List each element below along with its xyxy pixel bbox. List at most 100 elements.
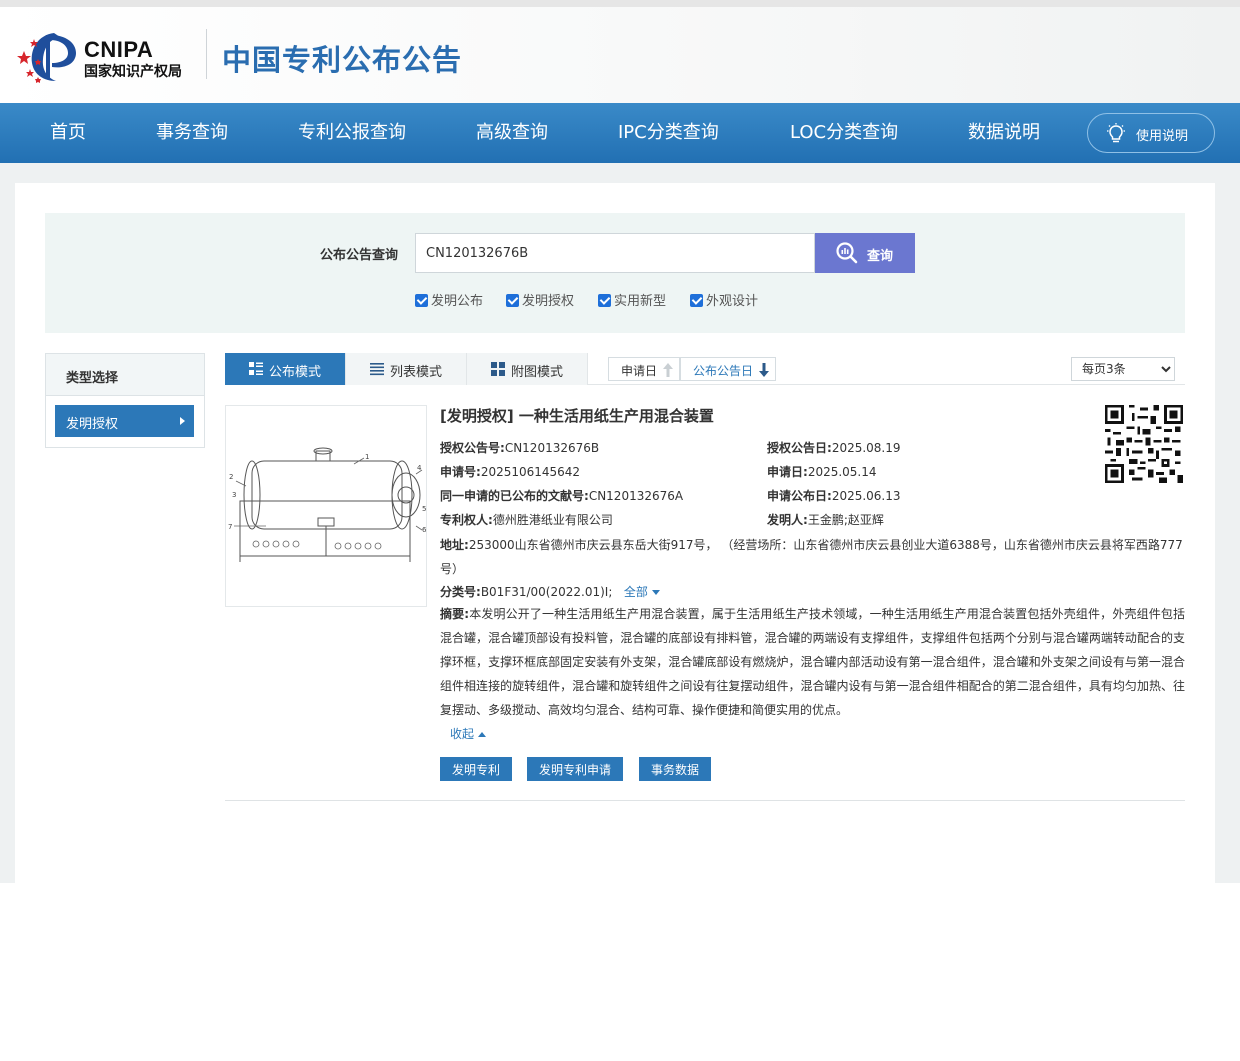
list-detail-icon bbox=[249, 362, 263, 375]
address: 地址:253000山东省德州市庆云县东岳大街917号， （经营场所：山东省德州市… bbox=[440, 533, 1185, 581]
logo-text-en: CNIPA bbox=[84, 37, 154, 62]
show-all-classifications-link[interactable]: 全部 bbox=[624, 585, 660, 599]
sidebar-heading-label: 类型选择 bbox=[66, 371, 119, 386]
sidebar-item-label: 发明授权 bbox=[66, 417, 119, 432]
checkbox-label: 发明公布 bbox=[431, 294, 484, 309]
drawing-label: 5 bbox=[422, 505, 426, 513]
invention-patent-button[interactable]: 发明专利 bbox=[440, 757, 513, 781]
checkbox-checked-icon bbox=[598, 294, 611, 307]
invention-application-button[interactable]: 发明专利申请 bbox=[527, 757, 624, 781]
all-link-label: 全部 bbox=[623, 585, 648, 599]
logo-text-cn: 国家知识产权局 bbox=[84, 64, 182, 80]
main-nav: 首页 事务查询 专利公报查询 高级查询 IPC分类查询 LOC分类查询 数据说明… bbox=[0, 103, 1240, 163]
checkbox-label: 实用新型 bbox=[614, 294, 667, 309]
top-strip bbox=[0, 0, 1240, 7]
sidebar-item-invention-grant[interactable]: 发明授权 bbox=[55, 405, 194, 437]
grant-publication-date: 授权公告日:2025.08.19 bbox=[767, 439, 901, 456]
sort-by-publication-date[interactable]: 公布公告日 bbox=[680, 357, 776, 381]
inventor: 发明人:王金鹏;赵亚辉 bbox=[767, 511, 884, 528]
collapse-toggle[interactable]: 收起 bbox=[450, 725, 486, 742]
field-value: CN120132676B bbox=[504, 441, 600, 455]
drawing-label: 3 bbox=[232, 491, 236, 499]
per-page-select[interactable]: 每页3条 每页10条 每页20条 bbox=[1071, 357, 1175, 381]
field-value: 王金鹏;赵亚辉 bbox=[807, 513, 884, 527]
grid-icon bbox=[491, 362, 505, 376]
help-label: 使用说明 bbox=[1136, 129, 1189, 144]
help-button[interactable]: 使用说明 bbox=[1087, 113, 1215, 153]
tab-label: 公布模式 bbox=[269, 365, 322, 380]
application-date: 申请日:2025.05.14 bbox=[767, 463, 877, 480]
list-icon bbox=[370, 363, 384, 376]
search-area: 公布公告查询 查询 发明公布 发明授权 实用新型 外观设计 bbox=[45, 213, 1185, 333]
field-value: 2025106145642 bbox=[480, 465, 581, 479]
checkbox-checked-icon bbox=[690, 294, 703, 307]
transaction-data-button[interactable]: 事务数据 bbox=[639, 757, 712, 781]
abstract: 摘要:本发明公开了一种生活用纸生产用混合装置，属于生活用纸生产技术领域，一种生活… bbox=[440, 602, 1185, 722]
field-value: 本发明公开了一种生活用纸生产用混合装置，属于生活用纸生产技术领域，一种生活用纸生… bbox=[440, 607, 1185, 717]
content-panel: 公布公告查询 查询 发明公布 发明授权 实用新型 外观设计 类型选择 发明授权 bbox=[15, 183, 1215, 883]
field-label: 摘要: bbox=[440, 607, 470, 621]
cnipa-logo[interactable]: CNIPA 国家知识产权局 bbox=[16, 29, 206, 85]
chevron-right-icon bbox=[180, 417, 185, 425]
checkbox-checked-icon bbox=[415, 294, 428, 307]
sort-label: 申请日 bbox=[621, 364, 658, 378]
caret-up-icon bbox=[477, 732, 486, 737]
nav-transaction-query[interactable]: 事务查询 bbox=[156, 103, 228, 163]
application-publication-date: 申请公布日:2025.06.13 bbox=[767, 487, 901, 504]
search-input[interactable] bbox=[415, 233, 815, 273]
checkbox-design[interactable]: 外观设计 bbox=[690, 290, 759, 309]
tab-publication-mode[interactable]: 公布模式 bbox=[225, 353, 346, 385]
field-value: 2025.08.19 bbox=[831, 441, 901, 455]
field-label: 申请号: bbox=[440, 465, 481, 479]
nav-data-description[interactable]: 数据说明 bbox=[968, 103, 1040, 163]
checkbox-label: 发明授权 bbox=[522, 294, 575, 309]
field-label: 同一申请的已公布的文献号: bbox=[440, 489, 589, 503]
search-button[interactable]: 查询 bbox=[815, 233, 915, 273]
field-value[interactable]: CN120132676A bbox=[589, 489, 683, 503]
field-label: 分类号: bbox=[440, 585, 481, 599]
checkbox-utility-model[interactable]: 实用新型 bbox=[598, 290, 667, 309]
tab-label: 附图模式 bbox=[511, 365, 564, 380]
classification-number: 分类号:B01F31/00(2022.01)I; 全部 bbox=[440, 583, 660, 600]
checkbox-label: 外观设计 bbox=[706, 294, 759, 309]
cnipa-logo-icon bbox=[17, 33, 76, 83]
arrow-down-icon bbox=[759, 363, 769, 377]
nav-home[interactable]: 首页 bbox=[50, 103, 86, 163]
drawing-label: 7 bbox=[228, 523, 232, 531]
field-value: 2025.05.14 bbox=[807, 465, 877, 479]
nav-loc-query[interactable]: LOC分类查询 bbox=[790, 103, 898, 163]
sort-by-application-date[interactable]: 申请日 bbox=[608, 357, 680, 381]
logo-divider bbox=[206, 29, 207, 79]
field-label: 申请日: bbox=[767, 465, 808, 479]
nav-advanced-query[interactable]: 高级查询 bbox=[476, 103, 548, 163]
search-button-label: 查询 bbox=[867, 248, 894, 263]
nav-gazette-query[interactable]: 专利公报查询 bbox=[298, 103, 406, 163]
drawing-label: 4 bbox=[417, 464, 422, 472]
tab-drawing-mode[interactable]: 附图模式 bbox=[467, 353, 588, 385]
header: CNIPA 国家知识产权局 中国专利公布公告 bbox=[0, 7, 1240, 103]
arrow-up-icon bbox=[663, 363, 673, 377]
drawing-label: 2 bbox=[229, 473, 233, 481]
type-filter-sidebar: 类型选择 发明授权 bbox=[45, 353, 205, 448]
field-label: 申请公布日: bbox=[767, 489, 832, 503]
field-label: 授权公告号: bbox=[440, 441, 505, 455]
magnifier-icon bbox=[836, 242, 858, 264]
checkbox-invention-publication[interactable]: 发明公布 bbox=[415, 290, 484, 309]
sidebar-heading: 类型选择 bbox=[46, 354, 204, 396]
site-title[interactable]: 中国专利公布公告 bbox=[222, 37, 462, 79]
nav-ipc-query[interactable]: IPC分类查询 bbox=[618, 103, 719, 163]
checkbox-invention-grant[interactable]: 发明授权 bbox=[506, 290, 575, 309]
field-value: B01F31/00(2022.01)I; bbox=[480, 585, 613, 599]
qr-code-icon[interactable] bbox=[1105, 405, 1183, 483]
collapse-label: 收起 bbox=[450, 727, 475, 741]
field-label: 专利权人: bbox=[440, 513, 493, 527]
tab-list-mode[interactable]: 列表模式 bbox=[346, 353, 467, 385]
result-title[interactable]: [发明授权] 一种生活用纸生产用混合装置 bbox=[440, 405, 714, 426]
result-divider bbox=[225, 800, 1185, 801]
patentee: 专利权人:德州胜港纸业有限公司 bbox=[440, 511, 613, 528]
sort-label: 公布公告日 bbox=[693, 364, 754, 378]
patent-drawing-thumbnail[interactable]: 1 2 3 4 5 6 7 bbox=[225, 405, 427, 607]
application-number: 申请号:2025106145642 bbox=[440, 463, 580, 480]
mixing-device-drawing-icon: 1 2 3 4 5 6 7 bbox=[228, 447, 427, 562]
field-label: 地址: bbox=[440, 538, 469, 552]
